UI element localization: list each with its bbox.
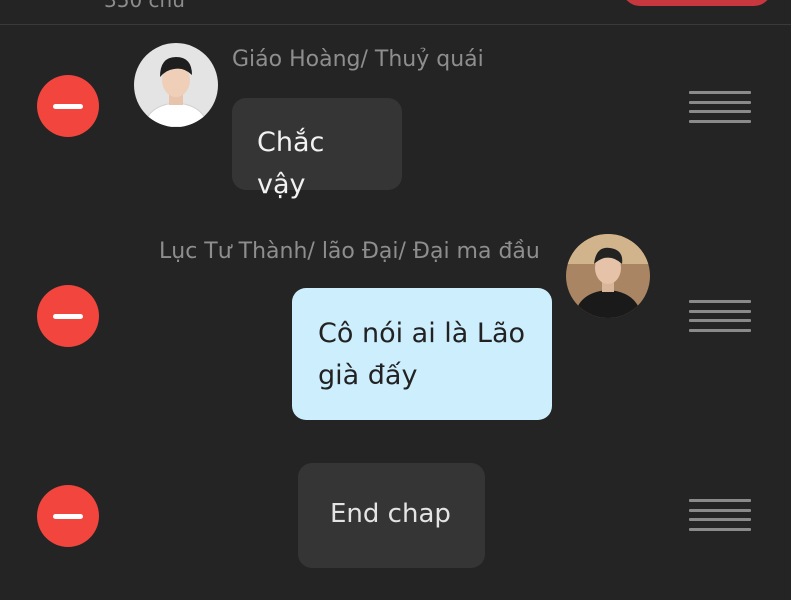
- message-bubble[interactable]: Chắc vậy: [232, 98, 402, 200]
- word-count: 350 chữ: [104, 0, 185, 12]
- message-row: Giáo Hoàng/ Thuỷ quái Chắc vậy: [0, 25, 791, 210]
- top-bar: 350 chữ: [0, 0, 791, 25]
- drag-handle-icon[interactable]: [689, 499, 751, 531]
- minus-icon: [53, 513, 83, 519]
- remove-button[interactable]: [37, 75, 99, 137]
- remove-button[interactable]: [37, 485, 99, 547]
- male-portrait-icon: [566, 234, 650, 318]
- minus-icon: [53, 313, 83, 319]
- avatar: [566, 234, 650, 318]
- message-bubble[interactable]: End chap: [298, 463, 485, 568]
- remove-button[interactable]: [37, 285, 99, 347]
- message-bubble[interactable]: Cô nói ai là Lão già đấy: [292, 288, 552, 420]
- avatar: [134, 43, 218, 127]
- action-button[interactable]: [622, 0, 772, 6]
- message-row: Lục Tư Thành/ lão Đại/ Đại ma đầu Cô nói…: [0, 210, 791, 440]
- drag-handle-icon[interactable]: [689, 300, 751, 332]
- sender-name: Giáo Hoàng/ Thuỷ quái: [232, 47, 484, 72]
- sender-name: Lục Tư Thành/ lão Đại/ Đại ma đầu: [159, 239, 540, 264]
- message-row: End chap: [0, 440, 791, 600]
- minus-icon: [53, 103, 83, 109]
- male-portrait-icon: [134, 43, 218, 127]
- drag-handle-icon[interactable]: [689, 91, 751, 123]
